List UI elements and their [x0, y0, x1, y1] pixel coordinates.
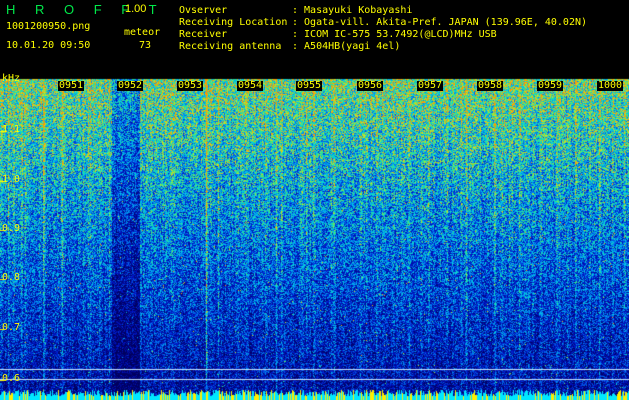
y-tick-label: 0.8 [2, 272, 21, 283]
date-time: 10.01.20 09:50 [6, 40, 91, 51]
x-tick-label: 0959 [537, 80, 564, 91]
x-tick-label: 0957 [417, 80, 444, 91]
x-tick-label: 0951 [58, 80, 85, 91]
y-tick-label: 0.6 [2, 373, 21, 384]
y-tick-label: 0.9 [2, 223, 21, 234]
observer-label: Ovserver [179, 5, 228, 16]
y-tick-label: 0.7 [2, 322, 21, 333]
y-axis-unit: kHz [2, 73, 21, 84]
receiver-label: Receiver [179, 29, 228, 40]
x-tick-label: 1000 [597, 80, 624, 91]
x-tick-label: 0956 [357, 80, 384, 91]
location-value: : Ogata-vill. Akita-Pref. JAPAN (139.96E… [292, 17, 588, 28]
x-tick-label: 0952 [117, 80, 144, 91]
file-name: 1001200950.png [6, 21, 91, 32]
antenna-label: Receiving antenna [179, 41, 282, 52]
x-tick-label: 0953 [177, 80, 204, 91]
detection-count: 73 [139, 40, 152, 51]
app-version: 1.00 [125, 3, 147, 15]
observer-value: : Masayuki Kobayashi [292, 5, 413, 16]
receiver-value: : ICOM IC-575 53.7492(@LCD)MHz USB [292, 29, 497, 40]
x-tick-label: 0955 [296, 80, 323, 91]
spectrogram-plot [0, 0, 629, 400]
x-tick-label: 0954 [237, 80, 264, 91]
mode-label: meteor [124, 27, 161, 38]
y-tick-label: 1.0 [2, 174, 21, 185]
antenna-value: : A504HB(yagi 4el) [292, 41, 401, 52]
location-label: Receiving Location [179, 17, 288, 28]
x-tick-label: 0958 [477, 80, 504, 91]
y-tick-label: 1.1 [2, 124, 21, 135]
